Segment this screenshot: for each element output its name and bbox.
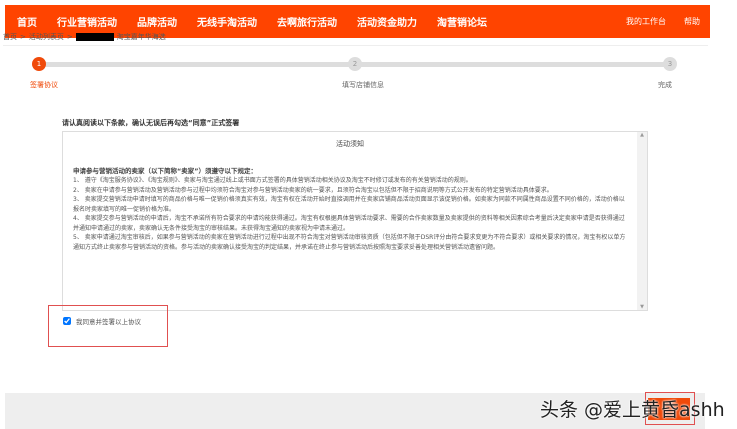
nav-workbench[interactable]: 我的工作台: [626, 16, 666, 27]
breadcrumb-home[interactable]: 首页: [3, 32, 17, 42]
breadcrumb-current: 淘宝嘉年华海选: [116, 33, 166, 41]
highlight-box: [48, 305, 168, 347]
step-2-marker: 2: [348, 57, 362, 71]
redacted-block: [75, 33, 114, 41]
clause: 2、 卖家在申请参与营销活动及营销活动参与过程中均须符合淘宝对参与营销活动卖家的…: [73, 186, 553, 194]
nav-funding[interactable]: 活动资金助力: [357, 14, 417, 29]
step-3-marker: 3: [663, 57, 677, 71]
nav-travel[interactable]: 去啊旅行活动: [277, 14, 337, 29]
breadcrumb-sep: >: [20, 33, 26, 41]
clause: 4、 卖家提交参与营销活动的申请后，淘宝不承诺所有符合要求的申请均能获得通过。淘…: [73, 215, 625, 232]
nav-mobile[interactable]: 无线手淘活动: [197, 14, 257, 29]
divider: [3, 45, 708, 46]
agreement-box[interactable]: 活动须知 申请参与营销活动的卖家（以下简称“卖家”）须遵守以下规定： 1、 遵守…: [62, 131, 648, 311]
agreement-title: 活动须知: [336, 140, 364, 148]
breadcrumb-list[interactable]: 活动列表页: [29, 32, 64, 42]
nav-industry[interactable]: 行业营销活动: [57, 14, 117, 29]
step-1-label: 签署协议: [30, 81, 58, 89]
step-2-label: 填写店铺信息: [342, 81, 384, 89]
breadcrumb: 首页 > 活动列表页 > 淘宝嘉年华海选: [3, 31, 166, 43]
step-1-marker: 1: [32, 57, 46, 71]
nav-forum[interactable]: 淘营销论坛: [437, 14, 487, 29]
nav-home[interactable]: 首页: [17, 14, 37, 29]
nav-help[interactable]: 帮助: [684, 16, 700, 27]
clause: 5、 卖家申请通过淘宝审核后，如果参与营销活动的卖家在营销活动进行过程中出现不符…: [73, 234, 626, 251]
nav-brand[interactable]: 品牌活动: [137, 14, 177, 29]
scrollbar[interactable]: ▲ ▼: [637, 132, 647, 310]
step-3-label: 完成: [658, 81, 672, 89]
clause: 3、 卖家提交营销活动申请时填写的商品价格与唯一促销价格须真实有效，淘宝有权在活…: [73, 196, 625, 213]
agreement-lead: 申请参与营销活动的卖家（以下简称“卖家”）须遵守以下规定：: [73, 166, 258, 175]
instructions: 请认真阅读以下条款，确认无误后再勾选“同意”正式签署: [62, 119, 240, 127]
breadcrumb-sep: >: [66, 33, 73, 41]
watermark: 头条 @爱上黄昏ashh: [540, 399, 725, 421]
clause: 1、 遵守《淘宝服务协议》、《淘宝规则》、卖家与淘宝通过线上或书面方式签署的具体…: [73, 177, 472, 184]
